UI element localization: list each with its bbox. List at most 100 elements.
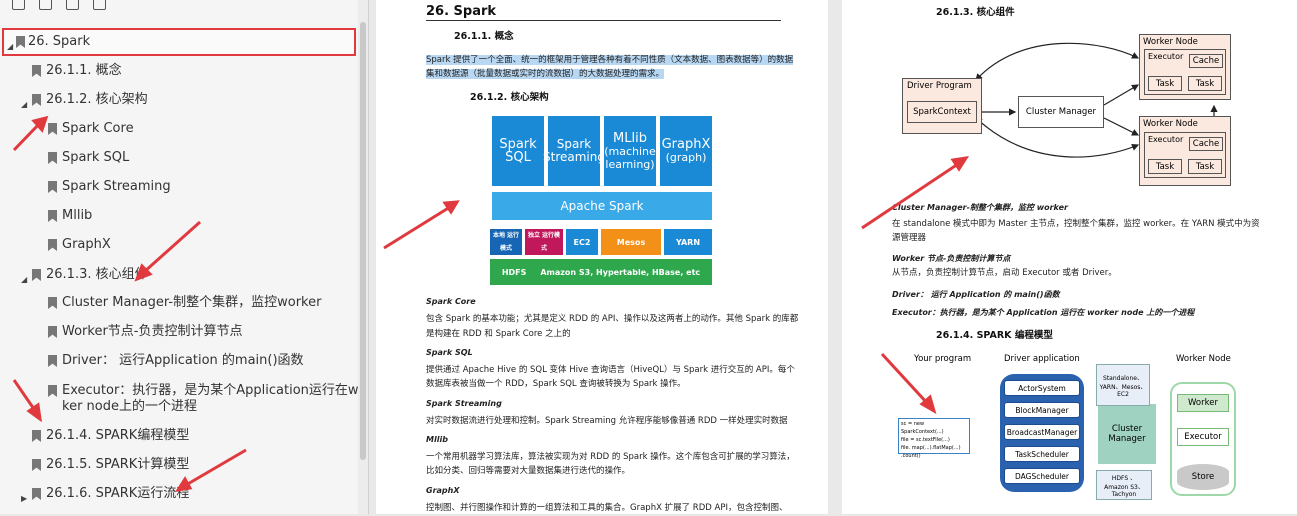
- task-box: Task: [1188, 159, 1222, 174]
- bookmarks-panel: ◢ 26. Spark 26.1.1. 概念 ◢ 26.1.2. 核心架构 Spark C…: [0, 0, 369, 514]
- driver-application-label: Driver application: [1004, 354, 1080, 364]
- bookmark-icon: [48, 355, 57, 367]
- bookmark-icon: [32, 94, 41, 106]
- stack-block-spark-sql: Spark SQL: [492, 116, 544, 186]
- bookmark-item[interactable]: ▶ 26.1.6. SPARK运行流程: [0, 485, 360, 505]
- add-bookmark-icon[interactable]: [66, 0, 79, 10]
- stack-block-storage: HDFS Amazon S3, Hypertable, HBase, etc: [490, 259, 712, 285]
- bookmark-icon: [48, 181, 57, 193]
- bookmark-icon: [48, 123, 57, 135]
- bookmark-label: Spark Core: [62, 121, 134, 136]
- document-page-left: 26. Spark 26.1.1. 概念 Spark 提供了一个全面、统一的框架…: [376, 0, 828, 514]
- bookmark-label: Mllib: [62, 208, 93, 223]
- stack-block-ec2: EC2: [566, 229, 598, 255]
- stack-block-spark-streaming: Spark Streaming: [543, 116, 605, 186]
- subsection-title: GraphX: [426, 486, 460, 495]
- executor-box: Executor: [1177, 428, 1229, 446]
- bookmark-item[interactable]: Mllib: [0, 207, 360, 227]
- bookmark-label-continued: ker node上的一个进程: [62, 399, 197, 414]
- subsection-title: Spark Streaming: [426, 399, 502, 408]
- bookmark-icon: [48, 326, 57, 338]
- cluster-manager-note: Standalone、YARN、Mesos、EC2: [1096, 364, 1150, 406]
- bookmark-icon: [16, 36, 25, 48]
- expand-all-icon[interactable]: [12, 0, 25, 10]
- expanded-arrow-icon[interactable]: ◢: [7, 38, 13, 56]
- bookmark-icon: [32, 65, 41, 77]
- collapse-all-icon[interactable]: [39, 0, 52, 10]
- expanded-arrow-icon[interactable]: ◢: [21, 96, 27, 114]
- bookmark-item[interactable]: Spark Core: [0, 120, 360, 140]
- stack-block-apache-spark: Apache Spark: [492, 192, 712, 220]
- bookmark-label: Worker节点-负责控制计算节点: [62, 324, 243, 339]
- bookmark-item[interactable]: Driver： 运行Application 的main()函数: [0, 352, 360, 372]
- page-title: 26. Spark: [426, 4, 497, 19]
- bookmark-label: Driver： 运行Application 的main()函数: [62, 353, 304, 368]
- bookmark-icon: [32, 459, 41, 471]
- cache-box: Cache: [1189, 54, 1223, 68]
- paragraph: 源管理器: [892, 233, 927, 243]
- scrollbar-thumb[interactable]: [360, 22, 366, 460]
- bookmark-item[interactable]: 26.1.5. SPARK计算模型: [0, 456, 360, 476]
- driver-component-box: BroadcastManager: [1004, 424, 1080, 440]
- collapsed-arrow-icon[interactable]: ▶: [21, 490, 27, 508]
- section-heading: 26.1.1. 概念: [454, 31, 514, 42]
- worker-node-label: Worker Node: [1176, 354, 1231, 364]
- bookmark-label: Spark Streaming: [62, 179, 171, 194]
- bookmark-item[interactable]: 26.1.4. SPARK编程模型: [0, 427, 360, 447]
- code-line: sc = new SparkContext(...): [901, 421, 944, 435]
- bookmark-label: 26.1.4. SPARK编程模型: [46, 428, 190, 443]
- subsection-title: Worker 节点-负责控制计算节点: [892, 254, 1011, 263]
- stack-block-yarn: YARN: [664, 229, 712, 255]
- bookmark-label: 26.1.6. SPARK运行流程: [46, 486, 190, 501]
- worker-box: Worker: [1177, 394, 1229, 412]
- bookmark-label: 26.1.5. SPARK计算模型: [46, 457, 190, 472]
- subsection-title: Spark SQL: [426, 348, 473, 357]
- worker-node-label: Worker Node: [1143, 119, 1198, 129]
- stack-block-local-mode: 本地 运行模式: [490, 229, 522, 255]
- stack-block-standalone-mode: 独立 运行模式: [525, 229, 563, 255]
- paragraph: 是构建在 RDD 和 Spark Core 之上的: [426, 329, 571, 339]
- paragraph: 在 standalone 模式中即为 Master 主节点，控制整个集群，监控 …: [892, 219, 1260, 229]
- bookmark-item[interactable]: Executor：执行器，是为某个Application运行在wor ker no…: [0, 382, 368, 418]
- expanded-arrow-icon[interactable]: ◢: [21, 271, 27, 289]
- worker-node-label: Worker Node: [1143, 37, 1198, 47]
- task-box: Task: [1188, 76, 1222, 91]
- code-line: file. map(...).flatMap(...): [901, 445, 961, 451]
- bookmark-icon: [48, 297, 57, 309]
- bookmark-item[interactable]: ◢ 26.1.3. 核心组件: [0, 266, 360, 286]
- cluster-manager-box: Cluster Manager: [1098, 404, 1156, 464]
- bookmark-icon: [48, 385, 57, 397]
- bookmark-item[interactable]: ◢ 26. Spark: [2, 28, 356, 56]
- bookmark-label: 26.1.3. 核心组件: [46, 267, 148, 282]
- paragraph: 集和数据源（批量数据或实时的流数据）的大数据处理的需求。: [426, 69, 665, 79]
- driver-component-box: BlockManager: [1004, 402, 1080, 418]
- bookmark-item[interactable]: Spark SQL: [0, 149, 360, 169]
- bookmark-icon: [48, 152, 57, 164]
- cache-box: Cache: [1189, 137, 1223, 151]
- bookmark-item[interactable]: 26.1.1. 概念: [0, 62, 360, 82]
- subsection-title: Executor：执行器，是为某个 Application 运行在 worker…: [892, 308, 1195, 317]
- stack-block-graphx: GraphX (graph): [660, 116, 712, 186]
- subsection-title: Driver： 运行 Application 的 main()函数: [892, 290, 1060, 299]
- store-cylinder: Store: [1177, 464, 1229, 490]
- bookmark-item[interactable]: ◢ 26.1.2. 核心架构: [0, 91, 360, 111]
- bookmark-item[interactable]: GraphX: [0, 236, 360, 256]
- paragraph: 对实时数据流进行处理和控制。Spark Streaming 允许程序能够像普通 …: [426, 416, 788, 426]
- bookmark-item[interactable]: Spark Streaming: [0, 178, 360, 198]
- bookmark-icon[interactable]: [93, 0, 106, 10]
- bookmark-label: Cluster Manager-制整个集群，监控worker: [62, 295, 322, 310]
- bookmark-label: 26.1.2. 核心架构: [46, 92, 148, 107]
- paragraph: 包含 Spark 的基本功能；尤其是定义 RDD 的 API、操作以及这两者上的…: [426, 314, 799, 324]
- stack-block-mesos: Mesos: [601, 229, 661, 255]
- paragraph: 数据库表被当做一个 RDD，Spark SQL 查询被转换为 Spark 操作。: [426, 379, 686, 389]
- paragraph: 比如分类、回归等需要对大量数据集进行迭代的操作。: [426, 466, 631, 476]
- bookmark-label: Spark SQL: [62, 150, 130, 165]
- stack-block-mllib: MLlib (machine learning): [604, 116, 656, 186]
- cluster-manager-box: Cluster Manager: [1018, 96, 1104, 128]
- document-page-right: 26.1.3. 核心组件 Worker Node Executor Cache …: [842, 0, 1297, 514]
- bookmark-item[interactable]: Worker节点-负责控制计算节点: [0, 323, 360, 343]
- code-snippet-box: sc = new SparkContext(...) file = sc.text…: [898, 418, 970, 459]
- bookmark-item[interactable]: Cluster Manager-制整个集群，监控worker: [0, 294, 360, 314]
- driver-component-box: TaskScheduler: [1004, 446, 1080, 462]
- subsection-title: Cluster Manager-制整个集群，监控 worker: [892, 203, 1068, 212]
